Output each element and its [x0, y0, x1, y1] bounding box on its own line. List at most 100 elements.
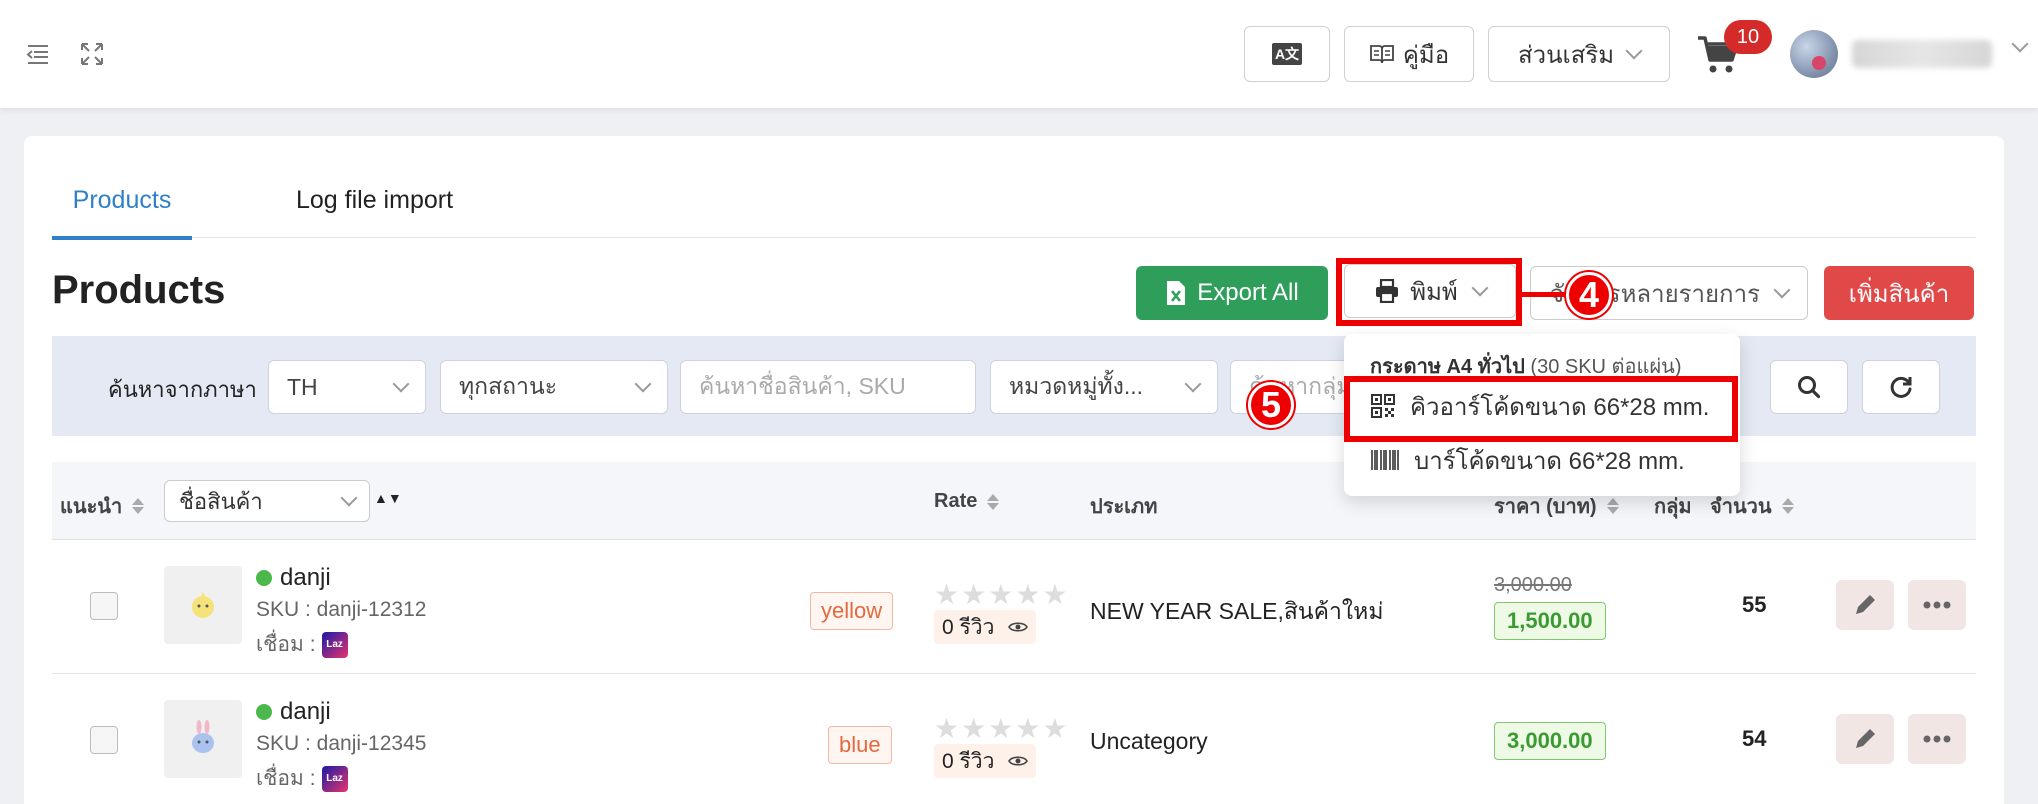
- chevron-down-icon: [1625, 42, 1643, 60]
- sort-icon: [132, 498, 145, 514]
- username-redacted[interactable]: [1852, 40, 1992, 68]
- channel-link-label: เชื่อม :: [256, 767, 316, 790]
- sale-price: 3,000.00: [1494, 722, 1606, 760]
- col-recommend[interactable]: แนะนำ: [60, 490, 145, 522]
- table-row: danji SKU : danji-12345 เชื่อม : Laz blu…: [52, 674, 1976, 804]
- reviews-count: 0 รีวิว: [942, 749, 995, 773]
- annotation-qr-highlight: [1344, 376, 1738, 442]
- reviews-count: 0 รีวิว: [942, 615, 995, 639]
- add-product-button[interactable]: เพิ่มสินค้า: [1824, 266, 1974, 320]
- addons-dropdown[interactable]: ส่วนเสริม: [1488, 26, 1670, 82]
- tab-products[interactable]: Products: [52, 178, 192, 240]
- product-sku: SKU : danji-12345: [256, 732, 427, 755]
- barcode-label: บาร์โค้ดขนาด 66*28 mm.: [1414, 447, 1685, 475]
- annotation-step-5: 5: [1248, 382, 1294, 428]
- lazada-icon[interactable]: Laz: [321, 765, 348, 792]
- name-sort-arrows-icon[interactable]: ▲▼: [374, 490, 402, 506]
- tab-bar: Products Log file import: [52, 178, 1976, 240]
- more-dots-icon: [1923, 601, 1951, 609]
- export-all-button[interactable]: Export All: [1136, 266, 1328, 320]
- lazada-icon[interactable]: Laz: [321, 631, 348, 658]
- user-menu-chevron-icon[interactable]: [2011, 35, 2029, 53]
- translate-icon: A文: [1271, 43, 1303, 65]
- reviews-badge: 0 รีวิว: [934, 610, 1037, 644]
- chevron-down-icon: [1773, 281, 1791, 299]
- tab-log-file-import[interactable]: Log file import: [296, 178, 453, 238]
- rating-stars-icon: ★★★★★: [934, 713, 1070, 744]
- chevron-down-icon: [340, 489, 358, 507]
- fullscreen-icon[interactable]: [78, 40, 106, 68]
- quantity: 55: [1742, 592, 1767, 617]
- product-sku: SKU : danji-12312: [256, 598, 427, 621]
- chevron-down-icon: [1184, 375, 1202, 393]
- top-bar: A文 คู่มือ ส่วนเสริม 10: [0, 0, 2038, 108]
- quantity: 54: [1742, 726, 1767, 751]
- col-rate[interactable]: Rate: [934, 490, 1000, 513]
- sort-icon: [987, 493, 1000, 510]
- product-image: [192, 720, 214, 753]
- search-button[interactable]: [1770, 360, 1848, 414]
- name-sort-value: ชื่อสินค้า: [179, 488, 263, 514]
- translate-button[interactable]: A文: [1244, 26, 1330, 82]
- more-dots-icon: [1923, 735, 1951, 743]
- refresh-icon: [1890, 376, 1912, 398]
- search-input[interactable]: ค้นหาชื่อสินค้า, SKU: [680, 360, 976, 414]
- name-sort-select[interactable]: ชื่อสินค้า: [164, 480, 370, 522]
- add-product-label: เพิ่มสินค้า: [1848, 280, 1950, 308]
- search-placeholder: ค้นหาชื่อสินค้า, SKU: [699, 373, 906, 399]
- language-value: TH: [287, 373, 318, 400]
- channel-link: เชื่อม : Laz: [256, 628, 348, 661]
- excel-file-icon: [1167, 281, 1186, 305]
- manual-label: คู่มือ: [1402, 41, 1450, 69]
- product-name[interactable]: danji: [256, 564, 331, 592]
- addons-label: ส่วนเสริม: [1517, 41, 1615, 69]
- eye-icon[interactable]: [1008, 754, 1029, 768]
- sort-icon: [1606, 498, 1619, 514]
- product-name-text: danji: [280, 564, 331, 591]
- barcode-icon: [1371, 450, 1399, 470]
- search-icon: [1798, 376, 1821, 399]
- table-row: danji SKU : danji-12312 เชื่อม : Laz yel…: [52, 540, 1976, 674]
- edit-button[interactable]: [1836, 714, 1894, 764]
- chevron-down-icon: [392, 375, 410, 393]
- category-select[interactable]: หมวดหมู่ทั้ง...: [990, 360, 1218, 414]
- product-type: Uncategory: [1090, 728, 1208, 754]
- row-checkbox[interactable]: [90, 726, 118, 754]
- col-recommend-label: แนะนำ: [60, 496, 123, 518]
- status-dot-icon: [256, 704, 272, 720]
- pencil-icon: [1856, 729, 1875, 748]
- print-barcode-option[interactable]: บาร์โค้ดขนาด 66*28 mm.: [1370, 440, 1685, 480]
- paper-note: (30 SKU ต่อแผ่น): [1530, 356, 1682, 378]
- tab-products-label: Products: [72, 186, 172, 214]
- product-type: NEW YEAR SALE,สินค้าใหม่: [1090, 598, 1384, 624]
- product-thumbnail[interactable]: [164, 700, 242, 778]
- eye-icon[interactable]: [1008, 620, 1029, 634]
- pencil-icon: [1856, 595, 1875, 614]
- collapse-sidebar-icon[interactable]: [24, 40, 52, 68]
- more-button[interactable]: [1908, 714, 1966, 764]
- edit-button[interactable]: [1836, 580, 1894, 630]
- language-select[interactable]: TH: [268, 360, 426, 414]
- status-dot-icon: [256, 570, 272, 586]
- tab-log-label: Log file import: [296, 186, 454, 214]
- rating-stars-icon: ★★★★★: [934, 579, 1070, 610]
- export-all-label: Export All: [1197, 279, 1299, 306]
- original-price: 3,000.00: [1494, 574, 1572, 596]
- avatar[interactable]: [1790, 30, 1838, 78]
- product-thumbnail[interactable]: [164, 566, 242, 644]
- sort-icon: [1781, 498, 1794, 514]
- variant-tag: yellow: [810, 592, 894, 630]
- annotation-print-highlight: [1336, 258, 1522, 326]
- more-button[interactable]: [1908, 580, 1966, 630]
- channel-link-label: เชื่อม :: [256, 633, 316, 656]
- status-value: ทุกสถานะ: [459, 373, 558, 399]
- manual-button[interactable]: คู่มือ: [1344, 26, 1474, 82]
- paper-type-label: กระดาษ A4 ทั่วไป: [1370, 356, 1525, 378]
- reviews-badge: 0 รีวิว: [934, 744, 1037, 778]
- row-checkbox[interactable]: [90, 592, 118, 620]
- variant-tag: blue: [828, 726, 892, 764]
- product-name[interactable]: danji: [256, 698, 331, 726]
- refresh-button[interactable]: [1862, 360, 1940, 414]
- page-title: Products: [52, 268, 226, 312]
- status-select[interactable]: ทุกสถานะ: [440, 360, 668, 414]
